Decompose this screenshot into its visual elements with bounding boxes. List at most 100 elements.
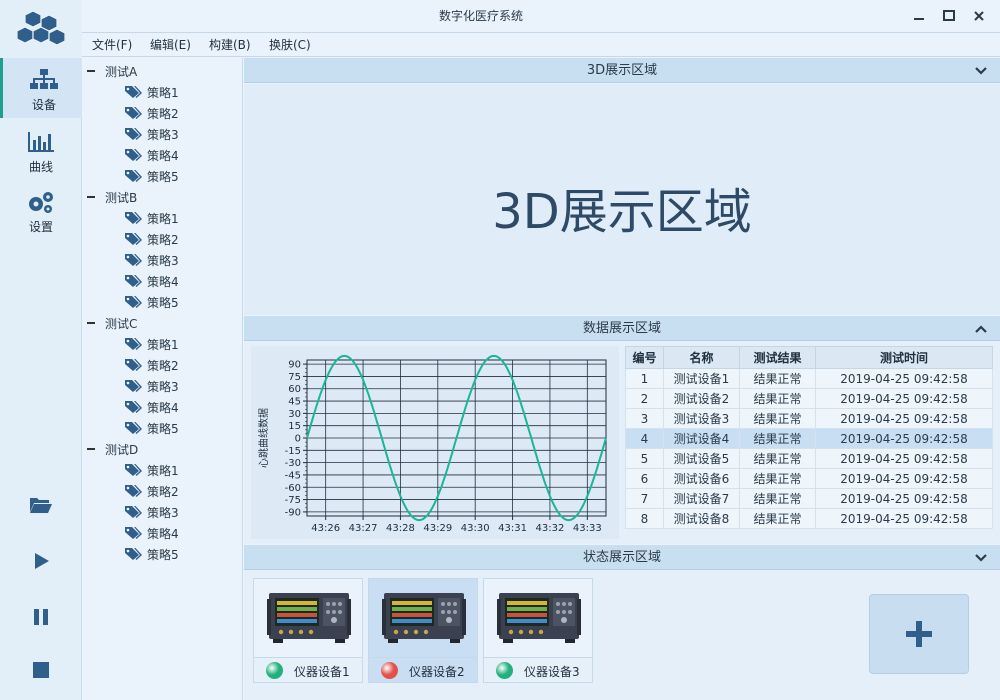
table-cell: 结果正常 — [739, 468, 816, 489]
tree-leaf[interactable]: 策略4 — [82, 522, 243, 543]
tree-leaf[interactable]: 策略4 — [82, 270, 243, 291]
table-row[interactable]: 7 测试设备7 结果正常 2019-04-25 09:42:58 — [625, 488, 993, 509]
table-row[interactable]: 3 测试设备3 结果正常 2019-04-25 09:42:58 — [625, 408, 993, 429]
table-cell: 5 — [625, 448, 664, 469]
menu-skin[interactable]: 换肤(C) — [269, 33, 311, 57]
tree-group-label: 测试A — [105, 65, 138, 79]
menu-edit[interactable]: 编辑(E) — [150, 33, 191, 57]
x-tick-label: 43:32 — [536, 523, 565, 534]
section-title-data: 数据展示区域 — [582, 321, 661, 336]
table-row[interactable]: 6 测试设备6 结果正常 2019-04-25 09:42:58 — [625, 468, 993, 489]
tree-leaf[interactable]: 策略2 — [82, 354, 243, 375]
tree-leaf[interactable]: 策略2 — [82, 102, 243, 123]
y-tick-label: 0 — [295, 434, 301, 445]
tree-group[interactable]: 测试A — [82, 60, 243, 81]
nav-devices[interactable]: 设备 — [0, 58, 82, 118]
section-header-3d[interactable]: 3D展示区域 — [244, 58, 1000, 83]
nav-settings[interactable]: 设置 — [0, 180, 82, 240]
cubes-icon — [17, 10, 65, 46]
collapse-icon[interactable] — [87, 448, 95, 450]
table-row[interactable]: 8 测试设备8 结果正常 2019-04-25 09:42:58 — [625, 508, 993, 529]
tree-leaf[interactable]: 策略1 — [82, 81, 243, 102]
tree-leaf[interactable]: 策略3 — [82, 501, 243, 522]
col-name[interactable]: 名称 — [663, 346, 740, 369]
table-cell: 2019-04-25 09:42:58 — [815, 408, 993, 429]
col-id[interactable]: 编号 — [625, 346, 664, 369]
table-cell: 2019-04-25 09:42:58 — [815, 508, 993, 529]
chevron-down-icon[interactable] — [974, 66, 988, 76]
table-cell: 结果正常 — [739, 508, 816, 529]
placeholder-3d-text: 3D展示区域 — [492, 184, 752, 240]
tree-leaf[interactable]: 策略3 — [82, 123, 243, 144]
chevron-down-icon[interactable] — [974, 553, 988, 563]
pause-button[interactable] — [26, 602, 56, 632]
section-title-3d: 3D展示区域 — [586, 63, 658, 78]
col-result[interactable]: 测试结果 — [739, 346, 816, 369]
tags-icon — [125, 107, 142, 119]
tree-leaf[interactable]: 策略4 — [82, 144, 243, 165]
tree-leaf-label: 策略2 — [147, 233, 179, 247]
tree-group[interactable]: 测试C — [82, 312, 243, 333]
collapse-icon[interactable] — [87, 322, 95, 324]
tree-leaf-label: 策略4 — [147, 527, 179, 541]
table-cell: 6 — [625, 468, 664, 489]
section-header-data[interactable]: 数据展示区域 — [244, 316, 1000, 341]
device-card[interactable]: 仪器设备3 — [483, 578, 593, 683]
tree-leaf-label: 策略4 — [147, 275, 179, 289]
y-tick-label: -90 — [285, 507, 301, 518]
open-folder-button[interactable] — [26, 490, 56, 520]
tree-leaf[interactable]: 策略5 — [82, 543, 243, 564]
tree-leaf[interactable]: 策略5 — [82, 417, 243, 438]
oscilloscope-image — [497, 593, 581, 643]
table-cell: 2019-04-25 09:42:58 — [815, 468, 993, 489]
table-row[interactable]: 5 测试设备5 结果正常 2019-04-25 09:42:58 — [625, 448, 993, 469]
menu-file[interactable]: 文件(F) — [92, 33, 132, 57]
table-row[interactable]: 4 测试设备4 结果正常 2019-04-25 09:42:58 — [625, 428, 993, 449]
device-card[interactable]: 仪器设备2 — [368, 578, 478, 683]
col-time[interactable]: 测试时间 — [815, 346, 993, 369]
nav-curves[interactable]: 曲线 — [0, 120, 82, 180]
menu-build[interactable]: 构建(B) — [209, 33, 251, 57]
tree-leaf-label: 策略3 — [147, 128, 179, 142]
table-cell: 2019-04-25 09:42:58 — [815, 388, 993, 409]
y-tick-label: 60 — [288, 384, 301, 395]
collapse-icon[interactable] — [87, 196, 95, 198]
tree-leaf[interactable]: 策略3 — [82, 249, 243, 270]
tags-icon — [125, 254, 142, 266]
x-tick-label: 43:27 — [349, 523, 378, 534]
play-button[interactable] — [26, 546, 56, 576]
table-row[interactable]: 1 测试设备1 结果正常 2019-04-25 09:42:58 — [625, 368, 993, 389]
collapse-icon[interactable] — [87, 70, 95, 72]
stop-button[interactable] — [26, 655, 56, 685]
tree-leaf[interactable]: 策略4 — [82, 396, 243, 417]
tree-leaf[interactable]: 策略1 — [82, 207, 243, 228]
tree-leaf[interactable]: 策略3 — [82, 375, 243, 396]
tree-group[interactable]: 测试B — [82, 186, 243, 207]
panel-status: 仪器设备1 仪器设备2 仪器设备3 — [244, 570, 1000, 700]
table-cell: 结果正常 — [739, 448, 816, 469]
section-header-status[interactable]: 状态展示区域 — [244, 545, 1000, 570]
table-cell: 4 — [625, 428, 664, 449]
y-tick-label: -75 — [285, 495, 301, 506]
tree-leaf[interactable]: 策略1 — [82, 459, 243, 480]
device-label-bar: 仪器设备1 — [253, 657, 363, 683]
tree-leaf[interactable]: 策略5 — [82, 291, 243, 312]
tree-leaf[interactable]: 策略5 — [82, 165, 243, 186]
tree-leaf[interactable]: 策略2 — [82, 480, 243, 501]
minimize-icon[interactable] — [909, 6, 929, 26]
add-device-button[interactable] — [869, 594, 969, 674]
table-row[interactable]: 2 测试设备2 结果正常 2019-04-25 09:42:58 — [625, 388, 993, 409]
table-cell: 8 — [625, 508, 664, 529]
device-card[interactable]: 仪器设备1 — [253, 578, 363, 683]
maximize-icon[interactable] — [939, 6, 959, 26]
tags-icon — [125, 464, 142, 476]
tree-leaf-label: 策略1 — [147, 338, 179, 352]
device-name: 仪器设备1 — [294, 665, 350, 679]
tree-leaf[interactable]: 策略1 — [82, 333, 243, 354]
tags-icon — [125, 149, 142, 161]
tree-leaf[interactable]: 策略2 — [82, 228, 243, 249]
close-icon[interactable] — [969, 6, 989, 26]
table-cell: 测试设备7 — [663, 488, 740, 509]
chevron-up-icon[interactable] — [974, 324, 988, 334]
tree-group[interactable]: 测试D — [82, 438, 243, 459]
